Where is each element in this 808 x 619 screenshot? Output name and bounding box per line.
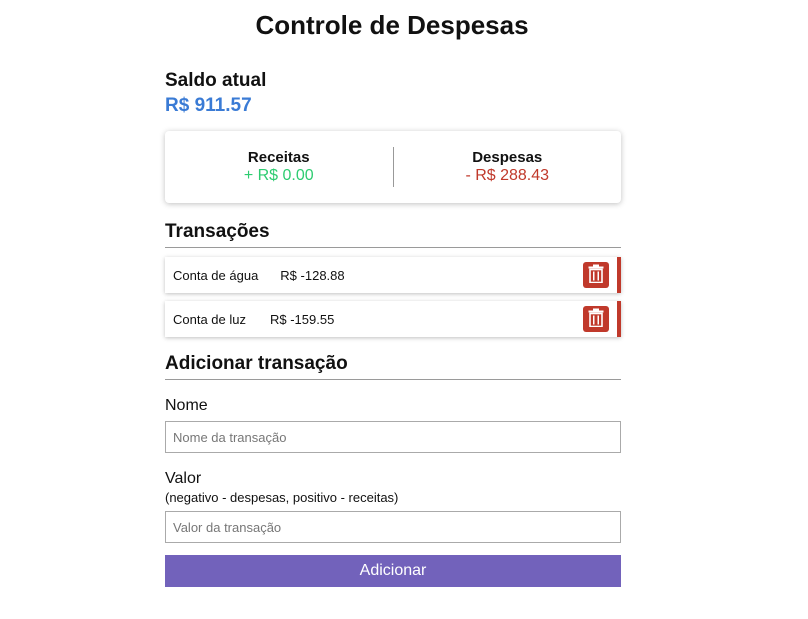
- value-label: Valor: [165, 470, 202, 487]
- balance-label: Saldo atual: [165, 70, 267, 91]
- summary-card: Receitas + R$ 0.00 Despesas - R$ 288.43: [165, 131, 621, 203]
- add-transaction-button[interactable]: Adicionar: [165, 555, 621, 587]
- transactions-title: Transações: [165, 221, 621, 248]
- expense-label: Despesas: [472, 149, 543, 166]
- add-transaction-title: Adicionar transação: [165, 353, 621, 380]
- income-value: + R$ 0.00: [243, 167, 314, 184]
- transaction-name: Conta de luz: [173, 311, 246, 327]
- balance-value: R$ 911.57: [165, 95, 252, 116]
- transaction-amount: R$ -128.88: [280, 267, 345, 283]
- expense-summary: Despesas - R$ 288.43: [394, 149, 622, 185]
- delete-transaction-button[interactable]: [583, 262, 609, 288]
- name-label: Nome: [165, 397, 208, 414]
- income-summary: Receitas + R$ 0.00: [165, 149, 393, 185]
- transaction-name: Conta de água: [173, 267, 259, 283]
- delete-transaction-button[interactable]: [583, 306, 609, 332]
- transaction-item: Conta de água R$ -128.88: [165, 257, 621, 293]
- expense-value: - R$ 288.43: [465, 167, 550, 184]
- transaction-value-input[interactable]: [165, 511, 621, 543]
- trash-icon: [588, 264, 604, 286]
- transaction-list: Conta de água R$ -128.88 Conta de luz R$…: [165, 257, 621, 337]
- trash-icon: [588, 308, 604, 330]
- transaction-amount: R$ -159.55: [270, 311, 335, 327]
- transaction-item: Conta de luz R$ -159.55: [165, 301, 621, 337]
- value-hint: (negativo - despesas, positivo - receita…: [165, 490, 399, 505]
- transaction-name-input[interactable]: [165, 421, 621, 453]
- income-label: Receitas: [247, 149, 310, 166]
- main-container: Saldo atual R$ 911.57 Receitas + R$ 0.00…: [165, 70, 621, 587]
- page-title: Controle de Despesas: [255, 10, 529, 40]
- add-transaction-form: Nome Valor (negativo - despesas, positiv…: [165, 397, 621, 587]
